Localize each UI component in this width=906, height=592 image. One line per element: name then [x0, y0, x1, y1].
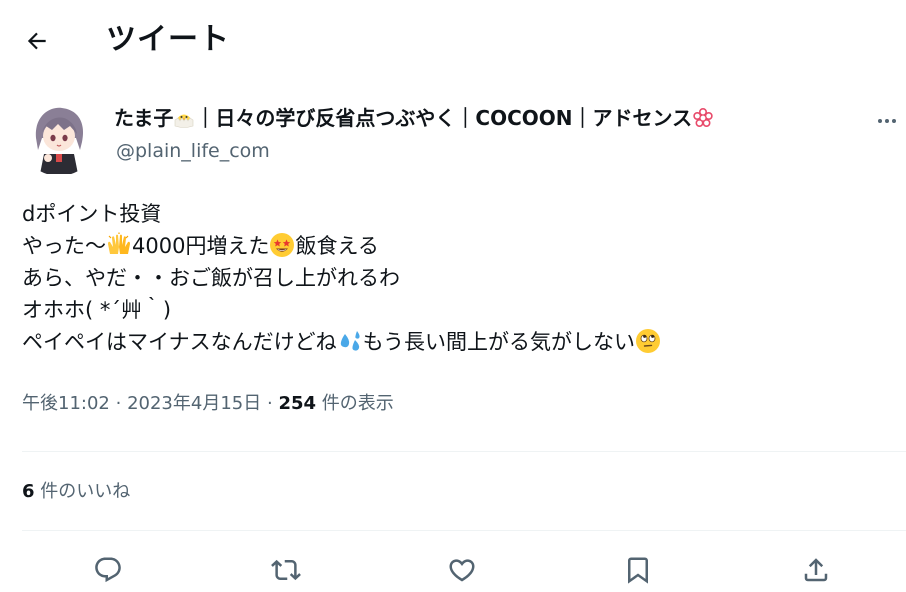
meta-separator: ·	[266, 393, 273, 414]
meta-separator: ·	[115, 393, 122, 414]
avatar-image	[20, 98, 98, 176]
author-handle[interactable]: @plain_life_com	[116, 138, 270, 164]
raised-hands-icon	[106, 232, 132, 258]
retweet-button[interactable]	[266, 550, 306, 590]
share-button[interactable]	[796, 550, 836, 590]
tweet-date: 2023年4月15日	[127, 393, 262, 414]
author-display-name[interactable]: たま子 ｜日々の学び反省点つぶやく｜COCOON｜アドセンス	[114, 104, 714, 132]
tweet-time-link[interactable]: 午後11:02 · 2023年4月15日	[22, 393, 261, 414]
like-button[interactable]	[442, 550, 482, 590]
tweet-text-segment: 飯食える	[295, 234, 379, 258]
tweet-line-3: あら、やだ・・おご飯が召し上がれるわ	[22, 266, 400, 290]
tweet-text-segment: ペイペイはマイナスなんだけどね	[22, 330, 337, 354]
tweet-meta: 午後11:02 · 2023年4月15日 · 254 件の表示	[22, 389, 394, 419]
divider	[22, 530, 906, 531]
divider	[22, 451, 906, 452]
author-name-suffix: ｜日々の学び反省点つぶやく｜COCOON｜アドセンス	[195, 106, 693, 130]
likes-count: 6	[22, 481, 35, 502]
likes-label: 件のいいね	[40, 481, 131, 502]
likes-link[interactable]: 6 件のいいね	[22, 477, 130, 507]
tweet-time: 午後11:02	[22, 393, 110, 414]
views-label: 件の表示	[321, 393, 394, 414]
more-horizontal-icon	[878, 119, 896, 123]
tweet-action-bar	[0, 548, 906, 592]
flower-badge-icon	[692, 107, 714, 129]
tweet-text-segment: もう長い間上がる気がしない	[362, 330, 635, 354]
retweet-icon	[271, 559, 301, 581]
top-bar: ツイート	[0, 0, 906, 80]
reply-icon	[95, 557, 121, 583]
page-title: ツイート	[106, 22, 230, 57]
share-icon	[804, 558, 828, 582]
author-name-prefix: たま子	[114, 106, 174, 130]
sweat-drops-icon	[337, 328, 363, 354]
tweet-text: dポイント投資 やった〜 4000円増えた 飯食える あら、やだ・・おご飯が召し上が…	[22, 198, 882, 358]
views-count: 254	[278, 393, 317, 414]
hatching-chick-icon	[173, 107, 195, 129]
arrow-left-icon	[27, 32, 46, 50]
tweet-author: たま子 ｜日々の学び反省点つぶやく｜COCOON｜アドセンス @plain_lif…	[20, 98, 900, 178]
more-options-button[interactable]	[872, 106, 902, 136]
tweet-line-2: やった〜 4000円増えた 飯食える	[22, 230, 882, 262]
like-icon	[449, 559, 475, 582]
reply-button[interactable]	[88, 550, 128, 590]
tweet-line-4: オホホ( *´艸｀)	[22, 298, 172, 322]
rolling-eyes-icon	[635, 328, 661, 354]
avatar[interactable]	[20, 98, 98, 176]
star-struck-icon	[269, 232, 295, 258]
bookmark-icon	[628, 557, 648, 584]
tweet-text-segment: 4000円増えた	[132, 234, 270, 258]
tweet-line-1: dポイント投資	[22, 202, 162, 226]
back-button[interactable]	[20, 24, 54, 58]
tweet-text-segment: やった〜	[22, 234, 106, 258]
bookmark-button[interactable]	[618, 550, 658, 590]
tweet-line-5: ペイペイはマイナスなんだけどね もう長い間上がる気がしない	[22, 326, 882, 358]
